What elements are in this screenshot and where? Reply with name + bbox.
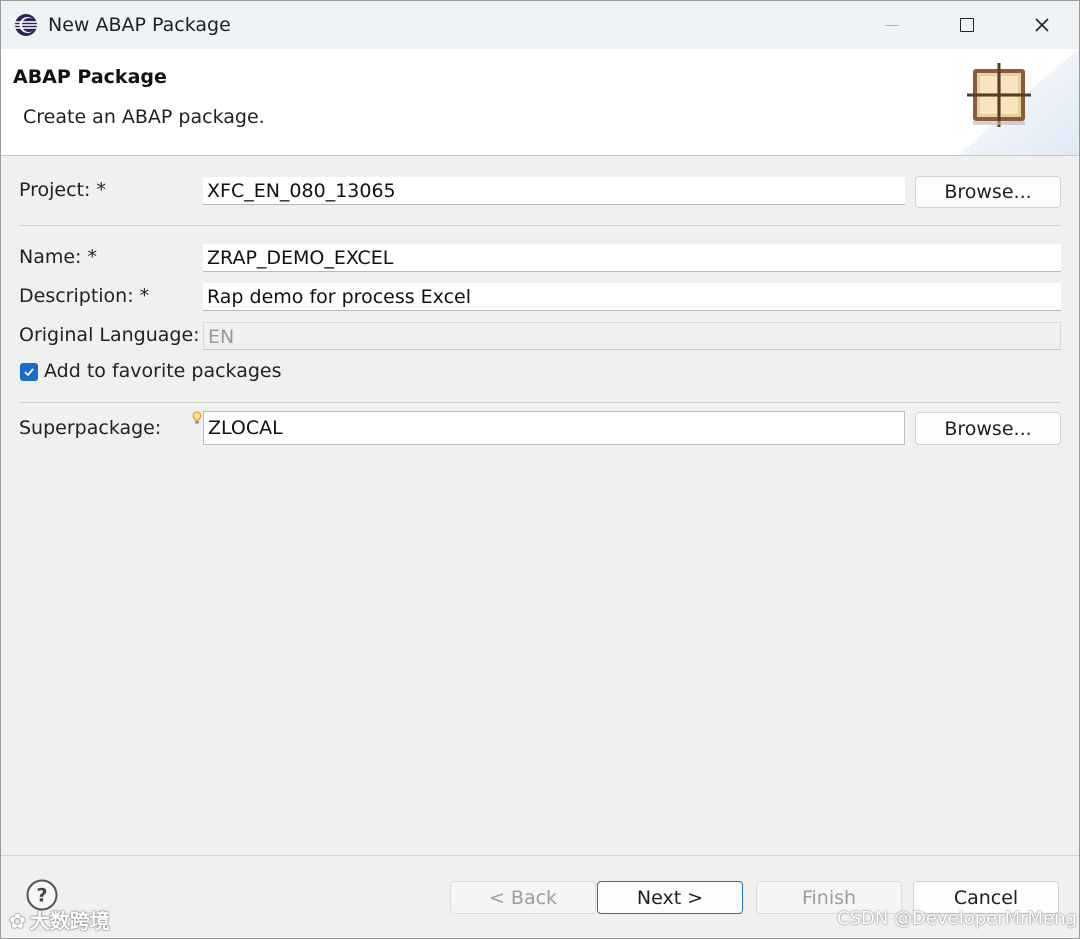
original-language-field: EN xyxy=(203,322,1061,350)
watermark-right: CSDN @DeveloperMrMeng xyxy=(837,908,1077,929)
project-field[interactable]: XFC_EN_080_13065 xyxy=(203,177,905,205)
back-button[interactable]: < Back xyxy=(450,881,596,914)
minimize-icon xyxy=(885,24,899,26)
minimize-button[interactable] xyxy=(863,1,921,49)
maximize-icon xyxy=(960,18,974,32)
favorite-checkbox[interactable] xyxy=(20,363,38,381)
name-field[interactable]: ZRAP_DEMO_EXCEL xyxy=(203,244,1061,272)
content-assist-bulb-icon xyxy=(192,411,202,424)
superpackage-browse-button[interactable]: Browse... xyxy=(915,412,1061,445)
project-label: Project: * xyxy=(19,179,106,201)
new-abap-package-dialog: New ABAP Package ABAP Package Create an … xyxy=(0,0,1080,939)
superpackage-field[interactable]: ZLOCAL xyxy=(203,411,905,445)
original-language-label: Original Language: xyxy=(19,324,200,346)
description-label: Description: * xyxy=(19,285,150,307)
svg-text:?: ? xyxy=(36,885,47,907)
title-bar: New ABAP Package xyxy=(1,1,1079,49)
wizard-banner: ABAP Package Create an ABAP package. xyxy=(1,49,1079,156)
project-browse-button[interactable]: Browse... xyxy=(915,176,1061,208)
maximize-button[interactable] xyxy=(938,1,996,49)
name-label: Name: * xyxy=(19,246,97,268)
favorite-checkbox-label[interactable]: Add to favorite packages xyxy=(44,360,282,382)
checkmark-icon xyxy=(24,368,34,377)
window-title: New ABAP Package xyxy=(48,14,231,36)
banner-title: ABAP Package xyxy=(13,66,167,88)
description-field[interactable]: Rap demo for process Excel xyxy=(203,283,1061,311)
close-button[interactable] xyxy=(1013,1,1071,49)
separator xyxy=(19,402,1061,403)
next-button[interactable]: Next > xyxy=(597,881,743,914)
banner-description: Create an ABAP package. xyxy=(23,106,265,128)
footer-separator xyxy=(1,855,1079,856)
eclipse-icon xyxy=(15,14,37,36)
separator xyxy=(19,225,1061,226)
superpackage-label: Superpackage: xyxy=(19,417,162,439)
close-icon xyxy=(1035,18,1049,32)
package-wizard-icon xyxy=(967,63,1031,127)
watermark-left: ✿ 大数跨境 xyxy=(9,909,110,933)
watermark-left-text: 大数跨境 xyxy=(29,909,110,933)
